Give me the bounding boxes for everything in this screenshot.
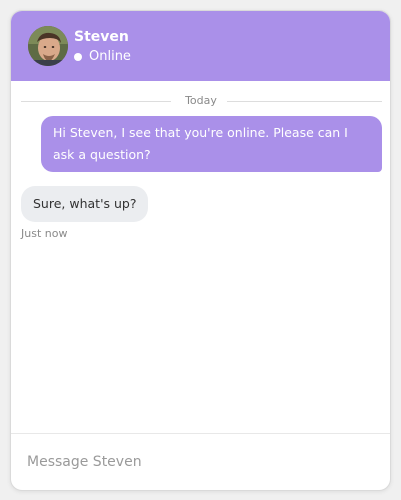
online-dot-icon — [74, 53, 82, 61]
incoming-message-bubble: Sure, what's up? — [21, 186, 149, 222]
message-timestamp: Just now — [21, 227, 68, 240]
presence-status: Online — [74, 49, 131, 65]
message-list: Today Hi Steven, I see that you're onlin… — [11, 81, 390, 433]
status-label: Online — [89, 49, 131, 64]
outgoing-message-bubble: Hi Steven, I see that you're online. Ple… — [41, 116, 382, 172]
chat-window: Steven Online Today Hi Steven, I see tha… — [10, 10, 391, 491]
date-divider: Today — [21, 93, 382, 109]
contact-name: Steven — [74, 29, 129, 45]
chat-header: Steven Online — [11, 11, 390, 81]
date-label: Today — [185, 94, 217, 107]
divider-line — [21, 101, 171, 102]
avatar[interactable] — [28, 26, 68, 66]
avatar-image — [28, 26, 68, 66]
divider-line — [227, 101, 382, 102]
message-input[interactable] — [27, 446, 372, 478]
message-composer — [11, 433, 390, 490]
